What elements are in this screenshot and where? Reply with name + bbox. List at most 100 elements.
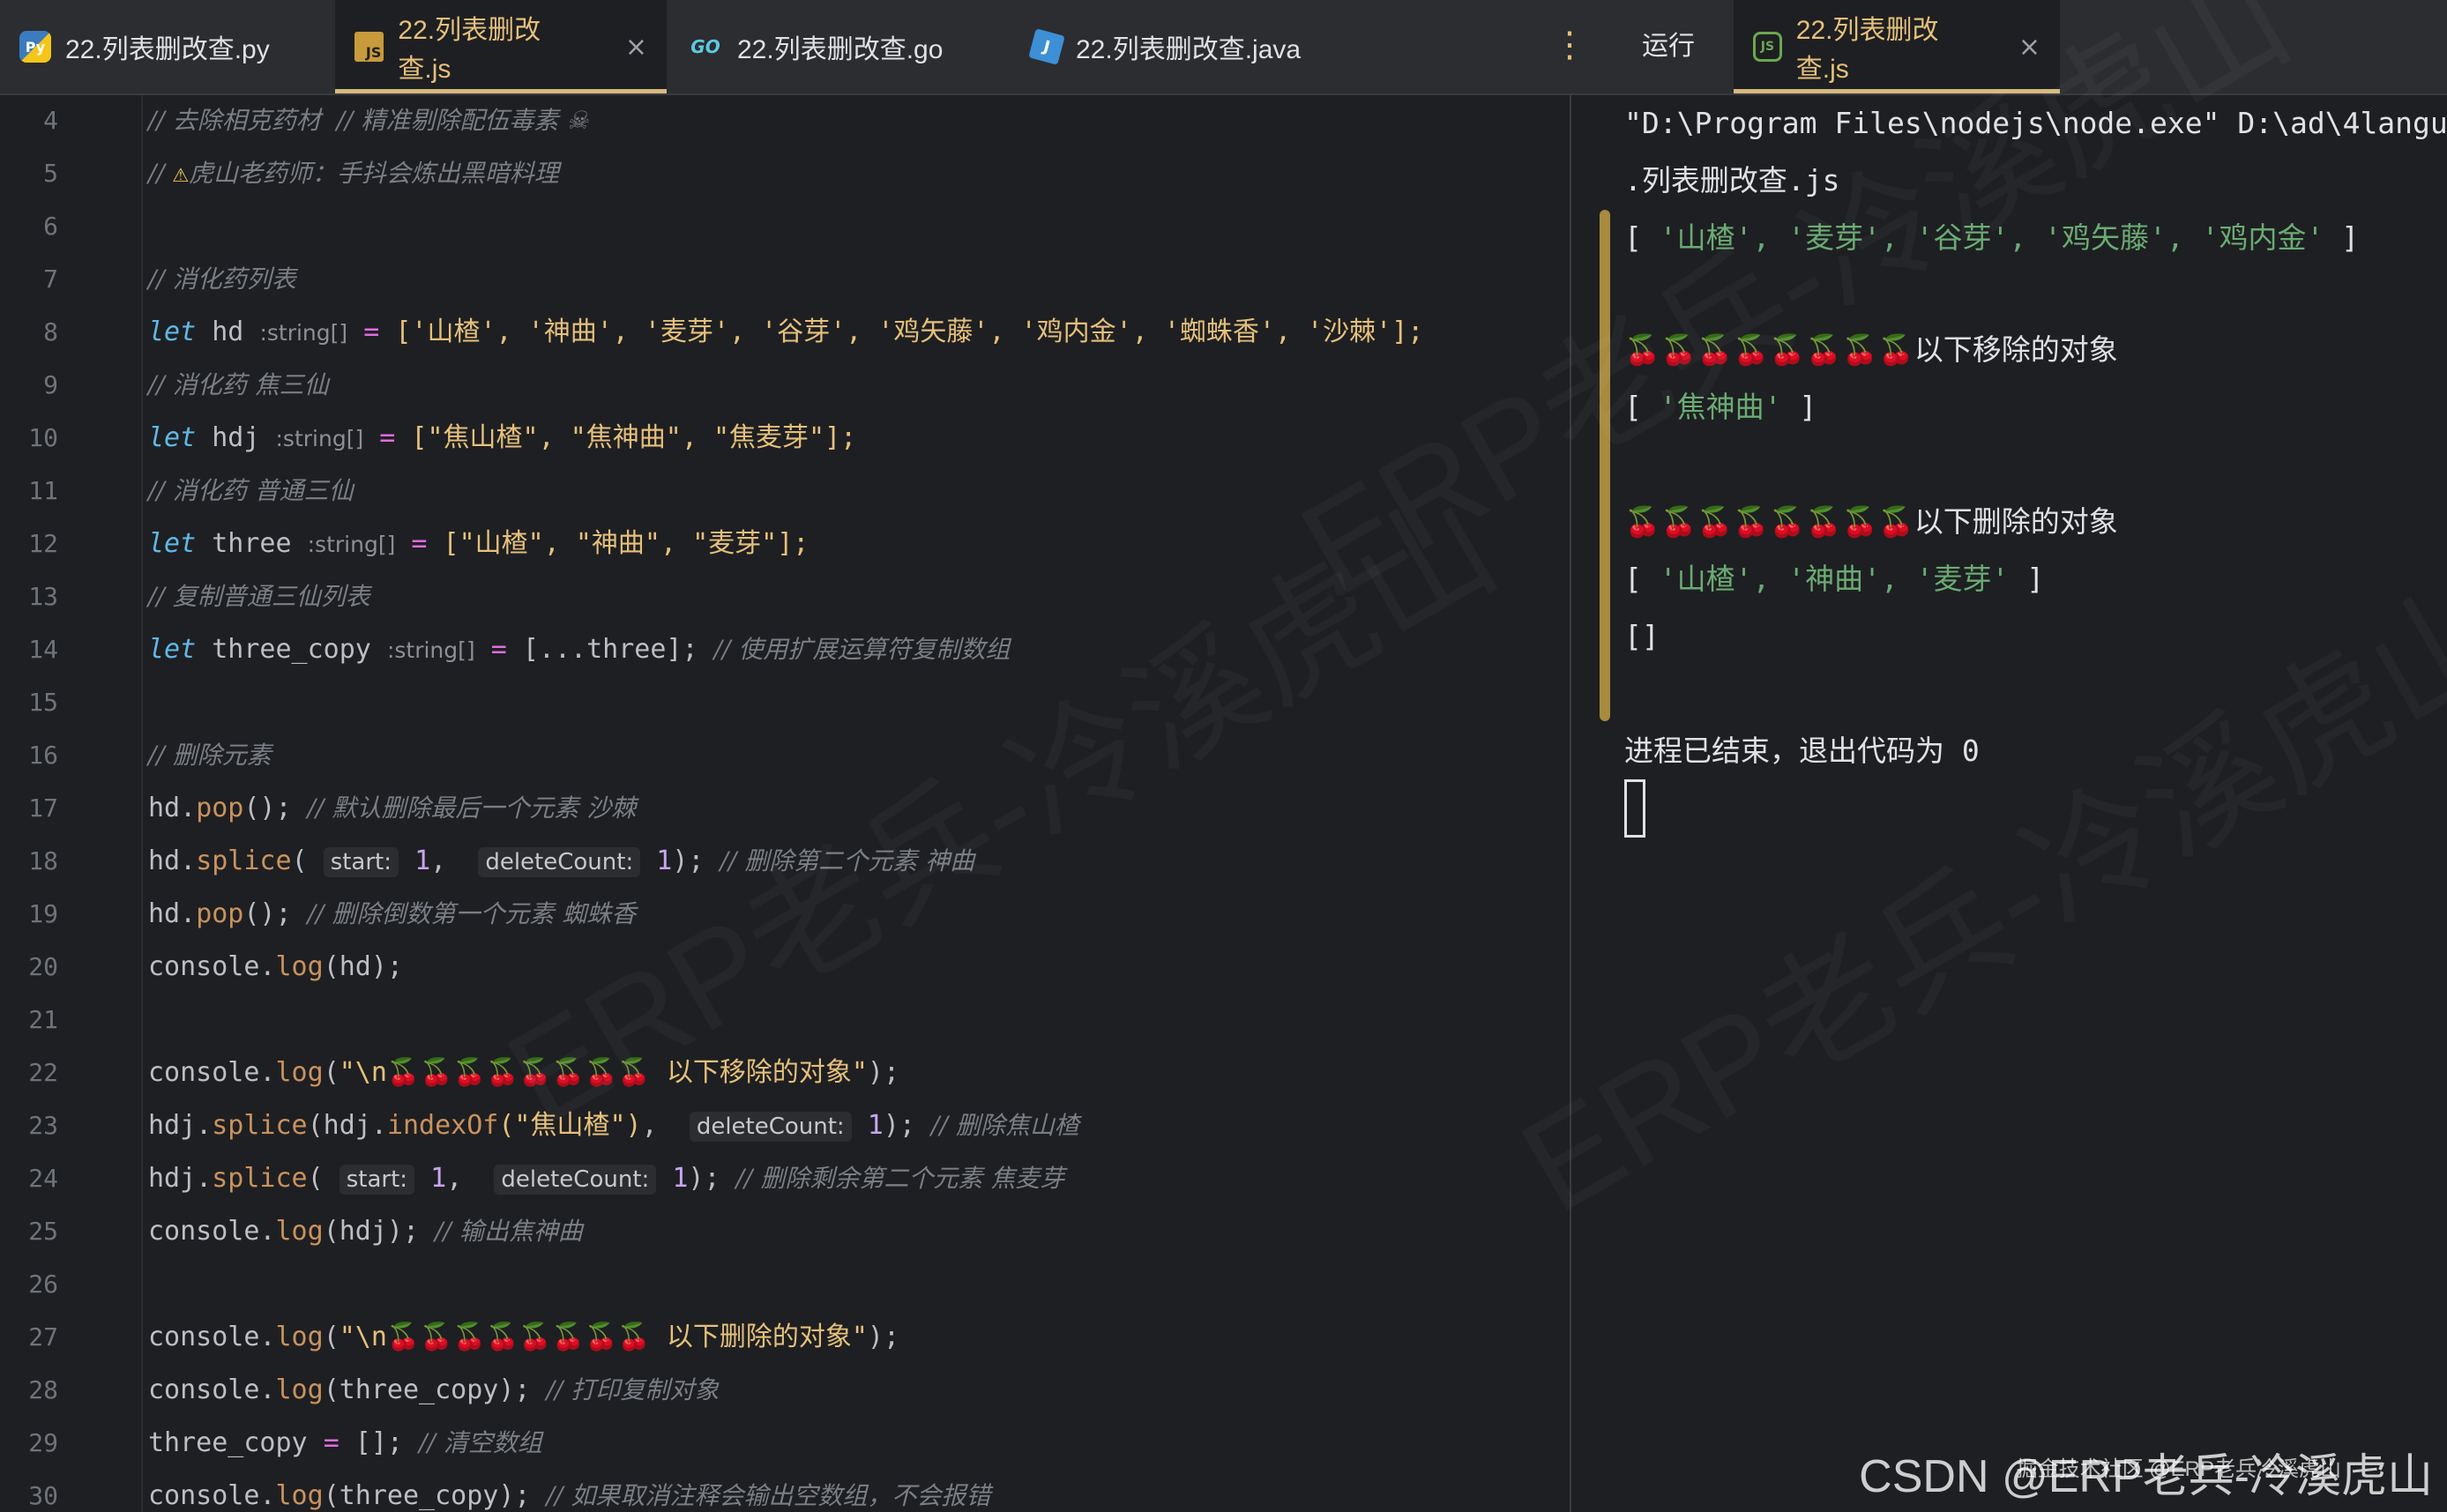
javascript-icon: JS <box>354 32 384 62</box>
command-line-cont: .列表删改查.js <box>1624 163 1840 197</box>
code-line[interactable]: console.log("\n🍒🍒🍒🍒🍒🍒🍒🍒 以下移除的对象"); <box>148 1055 899 1091</box>
method-name: log <box>275 951 324 982</box>
identifier: hd <box>196 317 260 347</box>
number-literal: 1 <box>399 845 431 876</box>
code-comment: // 输出焦神曲 <box>435 1217 583 1246</box>
line-number: 19 <box>28 899 58 928</box>
identifier: console. <box>148 951 276 982</box>
code-line[interactable]: console.log(hd); <box>148 950 403 985</box>
code-line[interactable]: hdj.splice(hdj.indexOf("焦山楂"), deleteCou… <box>148 1108 1079 1144</box>
code-line[interactable]: // ⚠虎山老药师：手抖会炼出黑暗料理 <box>148 156 559 191</box>
identifier: console. <box>148 1374 276 1405</box>
line-number: 5 <box>43 159 58 188</box>
separator-line: 🍒🍒🍒🍒🍒🍒🍒🍒以下删除的对象 <box>1624 504 2118 539</box>
parameter-hint: deleteCount: <box>478 847 641 877</box>
code-line[interactable]: // 去除相克药材 // 精准剔除配伍毒素 ☠ <box>148 103 588 138</box>
code-line[interactable]: // 消化药 普通三仙 <box>148 473 354 509</box>
line-number-gutter: 4 5 6 7 8 9 10 11 12 13 14 15 16 17 18 1… <box>0 95 143 1512</box>
line-number: 10 <box>28 423 58 452</box>
tab-py[interactable]: Py 22.列表删改查.py <box>0 0 333 93</box>
code-comment: // 删除剩余第二个元素 焦麦芽 <box>735 1164 1065 1193</box>
close-icon[interactable]: × <box>625 32 647 63</box>
code-line[interactable]: console.log(three_copy); // 如果取消注释会输出空数组… <box>148 1478 990 1512</box>
operator: = <box>363 422 412 453</box>
line-number: 11 <box>28 476 58 505</box>
method-name: log <box>275 1374 324 1405</box>
identifier: console. <box>148 1322 276 1352</box>
bracket: ] <box>2324 220 2360 255</box>
close-icon[interactable]: × <box>2018 32 2040 63</box>
code-line[interactable]: three_copy = []; // 清空数组 <box>148 1426 542 1461</box>
code-line[interactable]: hd.pop(); // 删除倒数第一个元素 蜘蛛香 <box>148 897 636 932</box>
keyword: let <box>148 317 197 347</box>
punctuation: ); <box>867 1057 900 1088</box>
method-name: splice <box>212 1163 308 1194</box>
number-literal: 1 <box>640 845 673 876</box>
type-hint: :string[] <box>275 426 364 451</box>
identifier: three <box>196 528 308 559</box>
parameter-hint: deleteCount: <box>494 1165 657 1195</box>
code-comment: // 删除倒数第一个元素 蜘蛛香 <box>307 899 637 928</box>
line-number: 29 <box>28 1428 58 1457</box>
code-editor[interactable]: 4 5 6 7 8 9 10 11 12 13 14 15 16 17 18 1… <box>0 95 1568 1512</box>
keyword: let <box>148 634 197 665</box>
code-line[interactable]: hd.splice( start: 1, deleteCount: 1); //… <box>148 844 974 880</box>
tab-label: 22.列表删改查.go <box>737 35 944 64</box>
tab-js[interactable]: JS 22.列表删改查.js × <box>335 0 667 93</box>
method-name: log <box>275 1216 324 1247</box>
identifier: console. <box>148 1216 276 1247</box>
identifier: (hdj. <box>307 1110 387 1141</box>
line-number: 28 <box>28 1375 58 1404</box>
run-config-tab[interactable]: JS 22.列表删改查.js × <box>1734 0 2060 93</box>
identifier: hd. <box>148 898 197 929</box>
punctuation: ); <box>883 1110 932 1141</box>
code-line[interactable]: let three_copy :string[] = [...three]; /… <box>148 632 1010 668</box>
code-line[interactable]: // 消化药 焦三仙 <box>148 368 329 403</box>
code-comment: // 消化药 焦三仙 <box>148 370 329 399</box>
code-line[interactable]: hdj.splice( start: 1, deleteCount: 1); /… <box>148 1161 1064 1197</box>
bracket: [ <box>1624 390 1660 424</box>
parameter-hint: start: <box>323 847 399 877</box>
line-number: 8 <box>43 317 58 346</box>
code-line[interactable]: console.log(hdj); // 输出焦神曲 <box>148 1214 583 1249</box>
tab-go[interactable]: GO 22.列表删改查.go <box>668 0 1009 93</box>
identifier: three_copy <box>148 1427 324 1458</box>
command-line: "D:\Program Files\nodejs\node.exe" D:\ad… <box>1624 106 2447 140</box>
code-line[interactable]: let hdj :string[] = ["焦山楂", "焦神曲", "焦麦芽"… <box>148 421 856 457</box>
output-array: [ '山楂', '神曲', '麦芽' ] <box>1624 558 2044 600</box>
run-output-panel[interactable]: "D:\Program Files\nodejs\node.exe" D:\ad… <box>1570 95 2447 1512</box>
punctuation: ( <box>291 845 324 876</box>
code-line[interactable]: hd.pop(); // 默认删除最后一个元素 沙棘 <box>148 791 636 826</box>
code-comment: // 删除元素 <box>148 741 272 770</box>
array-items: '山楂', '麦芽', '谷芽', '鸡矢藤', '鸡内金' <box>1659 220 2324 255</box>
method-name: indexOf <box>386 1110 499 1141</box>
bracket: ] <box>2009 562 2045 596</box>
code-comment: // 去除相克药材 // 精准剔除配伍毒素 ☠ <box>148 106 589 135</box>
output-empty-array: [] <box>1624 619 1660 653</box>
line-number: 17 <box>28 793 58 823</box>
array-items: '山楂', '神曲', '麦芽' <box>1659 562 2010 596</box>
go-icon: GO <box>690 36 720 57</box>
code-comment: // <box>148 159 173 188</box>
line-number: 26 <box>28 1270 58 1299</box>
bracket: [ <box>1624 220 1660 255</box>
line-number: 12 <box>28 529 58 558</box>
code-line[interactable]: // 删除元素 <box>148 738 272 773</box>
method-name: pop <box>196 793 244 823</box>
text-cursor[interactable] <box>1624 779 1645 838</box>
code-line[interactable]: // 消化药列表 <box>148 262 296 297</box>
array-items: '焦神曲' <box>1659 390 1782 424</box>
code-line[interactable]: console.log(three_copy); // 打印复制对象 <box>148 1373 719 1408</box>
tab-java[interactable]: J 22.列表删改查.java <box>1012 0 1383 93</box>
code-line[interactable]: console.log("\n🍒🍒🍒🍒🍒🍒🍒🍒 以下删除的对象"); <box>148 1320 899 1355</box>
more-tabs-icon[interactable]: ⋮ <box>1552 23 1587 67</box>
code-line[interactable]: let hd :string[] = ['山楂', '神曲', '麦芽', '谷… <box>148 315 1423 351</box>
line-number: 20 <box>28 952 58 981</box>
code-line[interactable]: // 复制普通三仙列表 <box>148 579 370 614</box>
python-icon: Py <box>19 31 51 63</box>
method-name: log <box>275 1322 324 1352</box>
output-fold-bar <box>1600 210 1610 721</box>
line-number: 22 <box>28 1058 58 1087</box>
tab-label: 22.列表删改查.py <box>65 35 270 64</box>
code-line[interactable]: let three :string[] = ["山楂", "神曲", "麦芽"]… <box>148 526 809 562</box>
